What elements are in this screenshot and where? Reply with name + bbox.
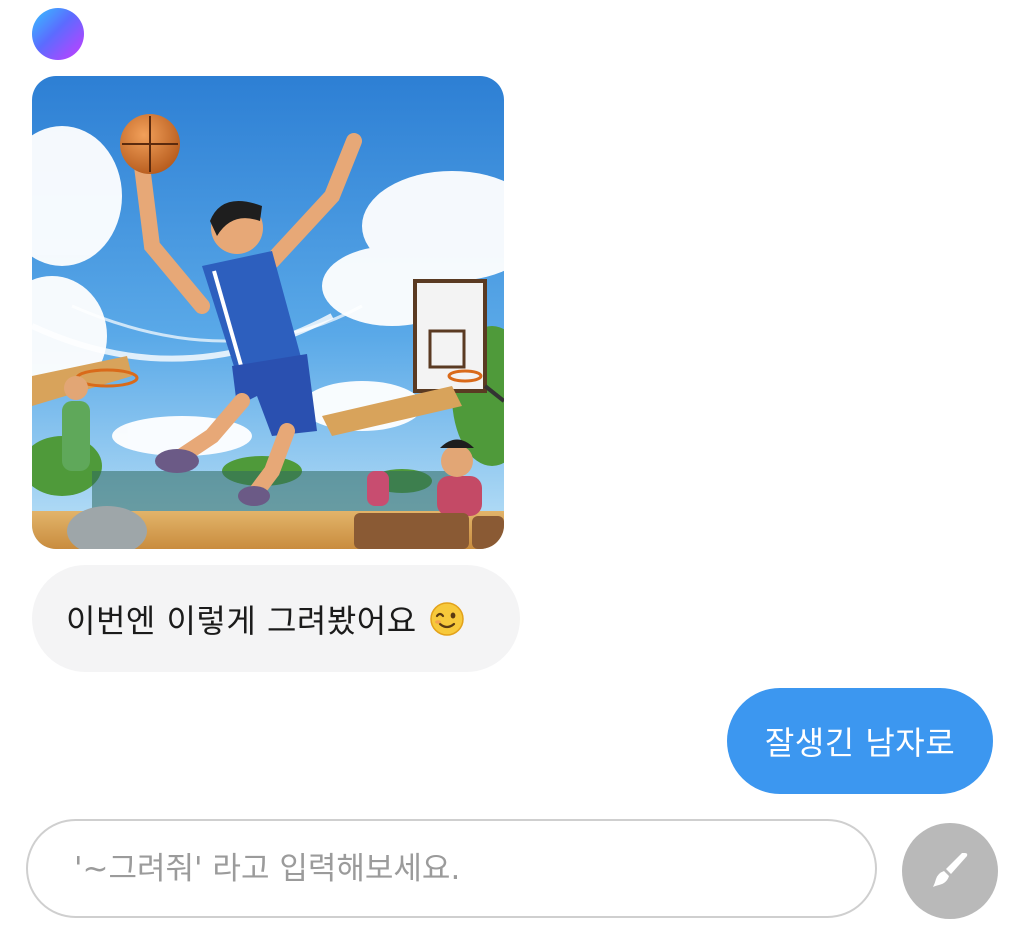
paintbrush-icon	[927, 847, 973, 896]
generated-basketball-image[interactable]	[32, 76, 504, 549]
user-message-bubble: 잘생긴 남자로	[727, 688, 993, 794]
generated-image-illustration	[32, 76, 504, 549]
chat-screen: 이번엔 이렇게 그려봤어요 잘생긴 남자로	[0, 0, 1024, 952]
bot-message-bubble: 이번엔 이렇게 그려봤어요	[32, 565, 520, 672]
winking-face-emoji-icon	[429, 601, 465, 637]
draw-send-button[interactable]	[902, 823, 998, 919]
bot-avatar	[32, 8, 84, 60]
prompt-input-container	[26, 819, 877, 918]
prompt-input[interactable]	[72, 849, 836, 888]
user-message-text: 잘생긴 남자로	[764, 724, 956, 762]
bot-message-text: 이번엔 이렇게 그려봤어요	[66, 601, 417, 640]
